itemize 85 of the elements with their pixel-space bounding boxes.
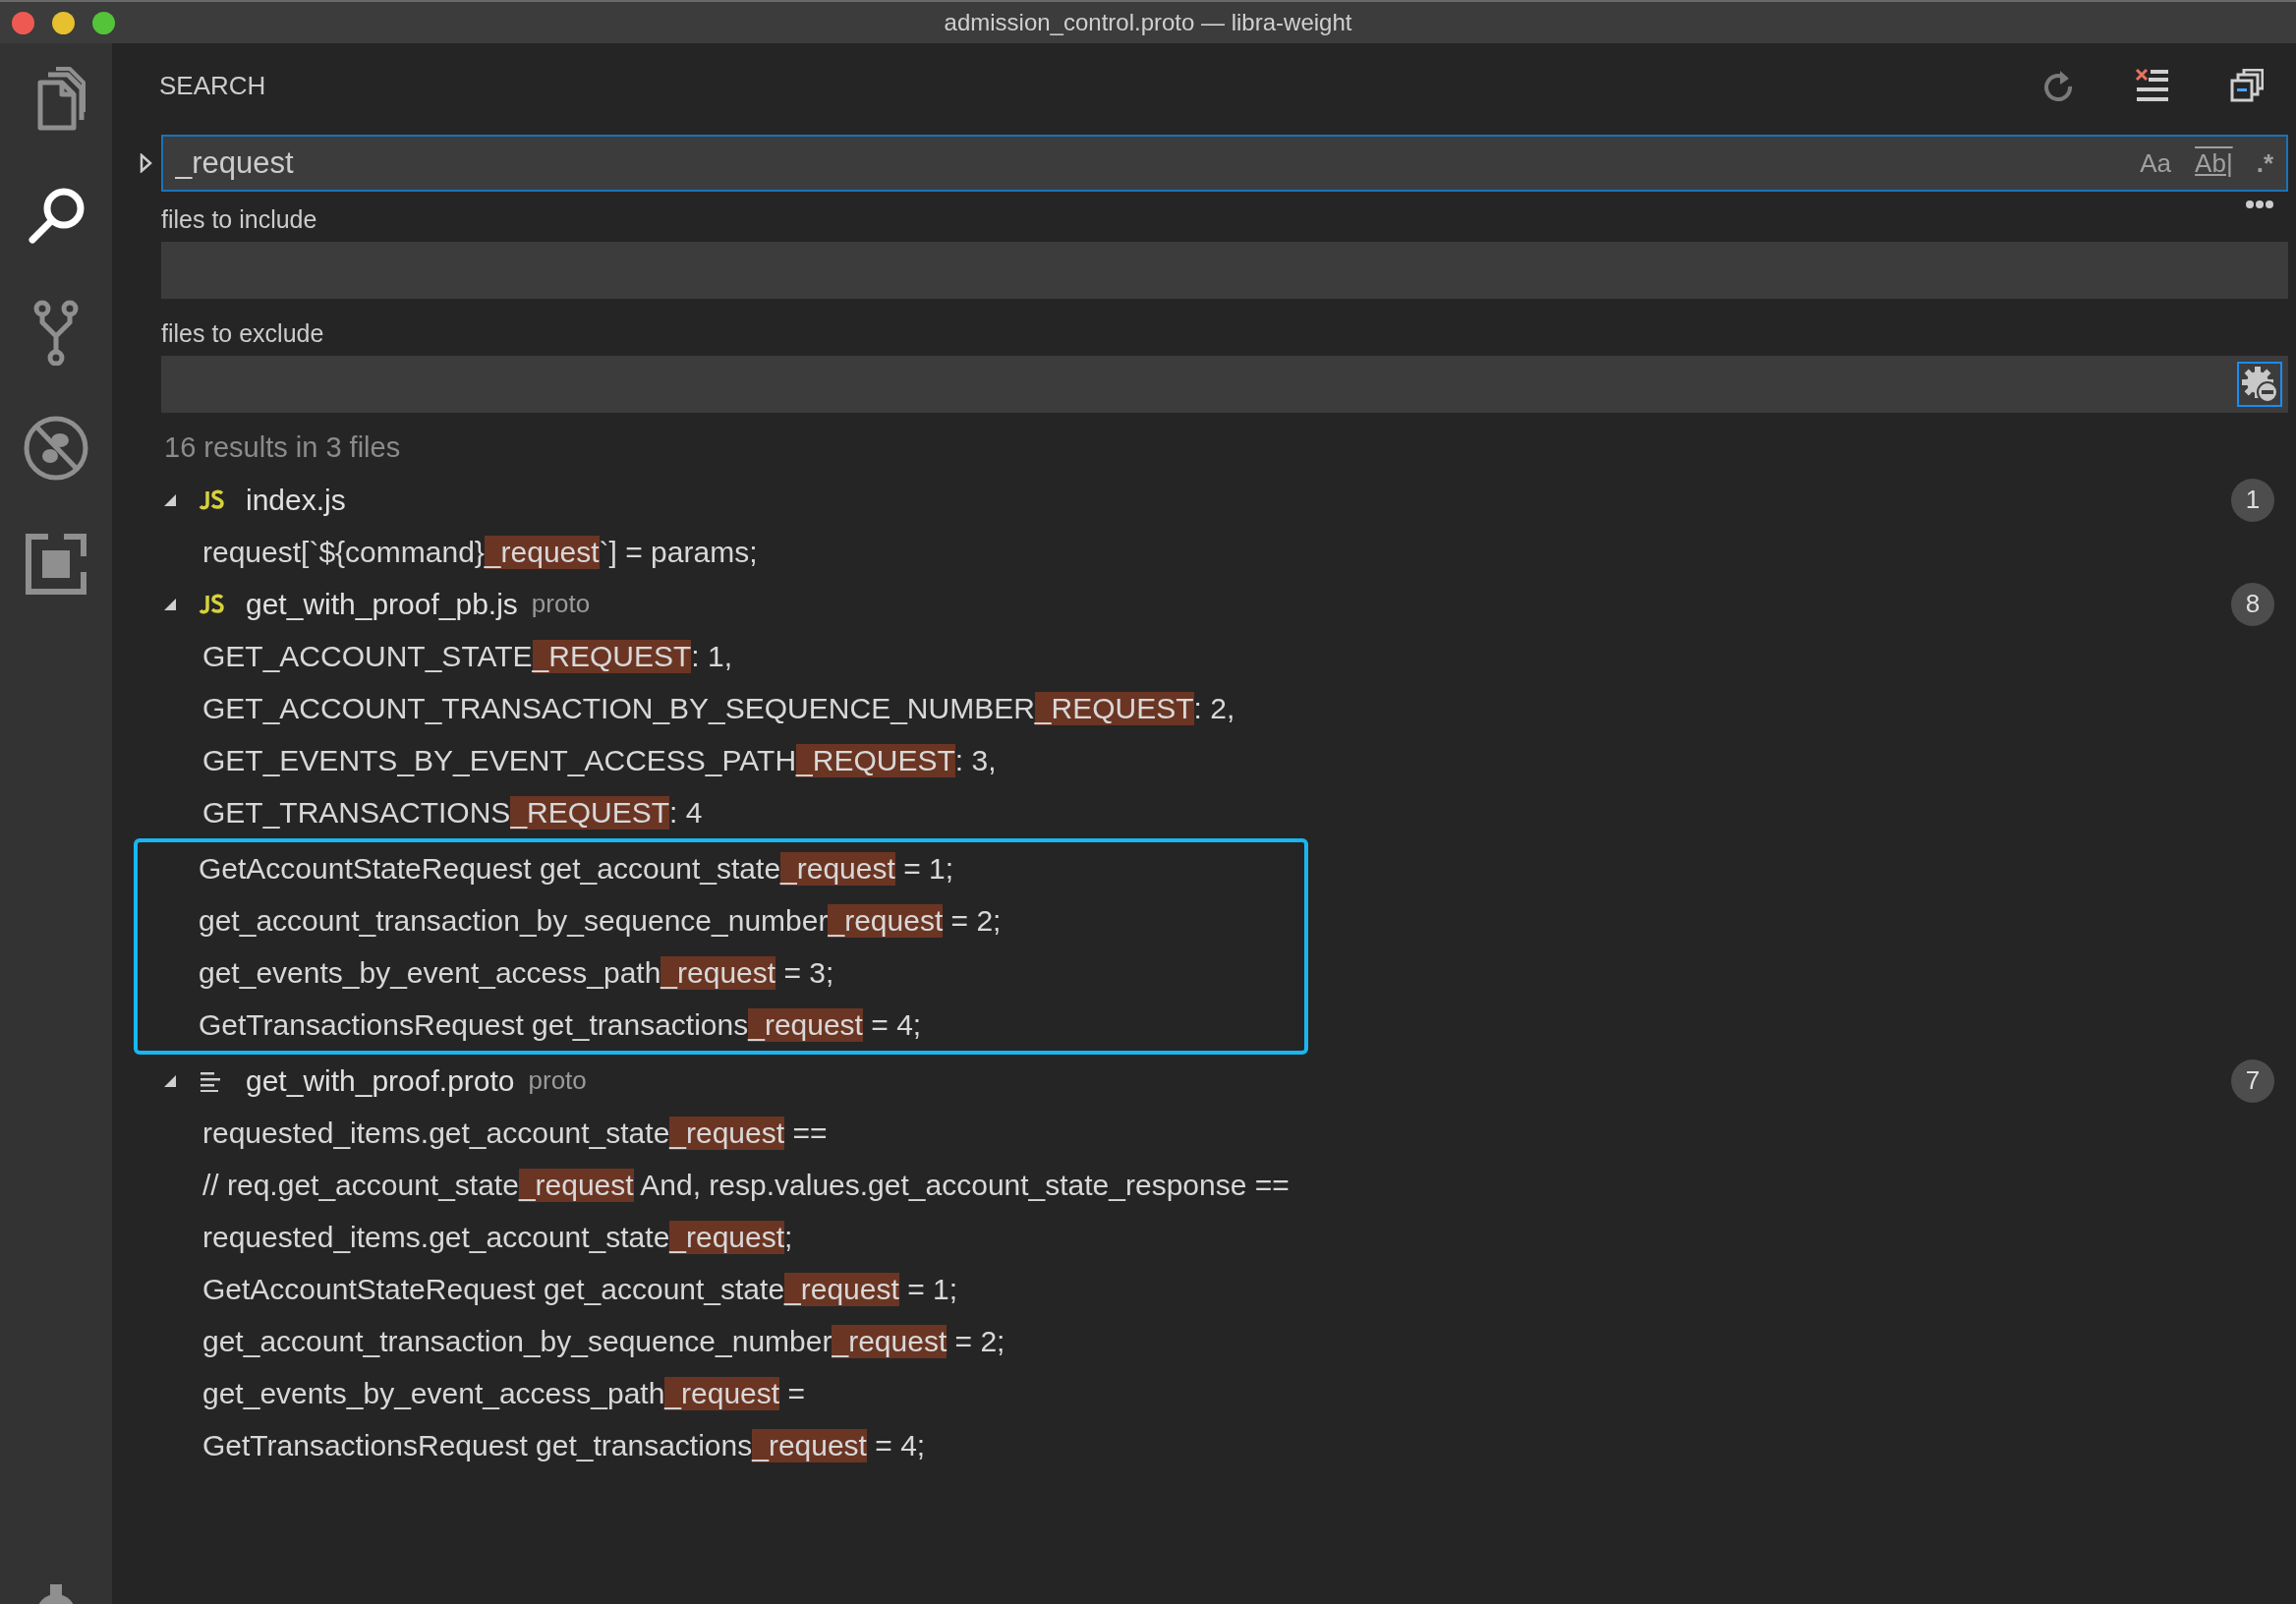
match-count: 8 — [2231, 582, 2274, 626]
result-text[interactable]: GET_ACCOUNT_STATE — [202, 639, 533, 673]
result-text[interactable]: : 1, — [691, 639, 733, 673]
expanded-triangle-icon — [163, 597, 177, 611]
panel-title: SEARCH — [159, 70, 267, 101]
result-text[interactable]: get_account_transaction_by_sequence_number — [202, 1324, 832, 1358]
match-case-toggle[interactable]: Aa — [2135, 143, 2177, 183]
result-text[interactable]: = 1; — [898, 1272, 958, 1306]
expanded-triangle-icon — [163, 1073, 177, 1088]
whole-word-toggle[interactable]: Ab| — [2190, 143, 2238, 183]
result-text[interactable]: = 4; — [862, 1007, 922, 1042]
match-count: 7 — [2231, 1059, 2274, 1103]
result-text[interactable]: get_events_by_event_access_path — [199, 955, 661, 990]
js-file-icon — [199, 593, 224, 615]
match-highlight: _request — [784, 1272, 899, 1306]
result-text[interactable]: : 2, — [1193, 691, 1235, 725]
result-text[interactable]: = 2; — [947, 1324, 1005, 1358]
exclude-settings-toggle[interactable] — [2237, 362, 2282, 407]
match-highlight: _request — [780, 851, 895, 886]
text-file-icon — [199, 1069, 222, 1092]
result-text[interactable]: : 4 — [669, 795, 703, 830]
minimize-button[interactable] — [52, 11, 75, 34]
match-highlight: _request — [518, 1168, 634, 1202]
result-text[interactable]: GET_EVENTS_BY_EVENT_ACCESS_PATH — [202, 743, 797, 777]
file-name[interactable]: get_with_proof.proto — [246, 1063, 515, 1098]
match-count: 1 — [2231, 478, 2274, 522]
result-text[interactable]: And, resp.values.get_account_state_response == — [633, 1168, 1290, 1202]
exclude-field[interactable] — [161, 356, 2288, 413]
result-text[interactable]: = 4; — [866, 1428, 926, 1462]
result-text[interactable]: : 3, — [954, 743, 997, 777]
match-highlight: _request — [484, 535, 600, 569]
file-name[interactable]: get_with_proof_pb.js — [246, 587, 518, 621]
result-text[interactable]: GET_TRANSACTIONS — [202, 795, 511, 830]
js-file-icon — [199, 488, 224, 511]
result-text[interactable]: request[`${command} — [202, 535, 485, 569]
match-highlight: _request — [752, 1428, 867, 1462]
exclude-label: files to exclude — [161, 319, 325, 348]
match-highlight: _request — [832, 1324, 947, 1358]
result-text[interactable]: GetTransactionsRequest get_transactions — [202, 1428, 753, 1462]
match-highlight: _REQUEST — [532, 639, 692, 673]
no-bug-icon[interactable] — [23, 415, 89, 482]
result-text[interactable]: // req.get_account_state — [202, 1168, 519, 1202]
match-highlight: _request — [828, 903, 944, 938]
chevron-right-icon — [139, 153, 154, 173]
result-text[interactable]: GetTransactionsRequest get_transactions — [199, 1007, 749, 1042]
zoom-button[interactable] — [92, 11, 115, 34]
result-text[interactable]: GetAccountStateRequest get_account_state — [202, 1272, 785, 1306]
results-summary: 16 results in 3 files — [163, 431, 402, 464]
result-text[interactable]: GetAccountStateRequest get_account_state — [199, 851, 781, 886]
match-highlight: _request — [664, 1376, 780, 1410]
window-title: admission_control.proto — libra-weight — [944, 9, 1352, 36]
result-text[interactable]: GET_ACCOUNT_TRANSACTION_BY_SEQUENCE_NUMBER — [202, 691, 1035, 725]
match-highlight: _request — [669, 1220, 785, 1254]
regex-toggle[interactable]: .* — [2251, 143, 2278, 183]
result-text[interactable]: = 1; — [894, 851, 954, 886]
more-icon — [2245, 200, 2274, 209]
file-name[interactable]: index.js — [246, 483, 346, 517]
collapse-all-icon — [2230, 69, 2264, 102]
search-field[interactable]: _request Aa Ab| .* — [161, 135, 2288, 192]
result-text[interactable]: = — [779, 1376, 805, 1410]
match-highlight: _request — [660, 955, 776, 990]
result-text[interactable]: get_account_transaction_by_sequence_number — [199, 903, 829, 938]
match-highlight: _request — [669, 1116, 785, 1150]
extensions-icon[interactable] — [23, 531, 89, 598]
result-text[interactable]: get_events_by_event_access_path — [202, 1376, 665, 1410]
folder-path: proto — [528, 1065, 588, 1096]
match-highlight: _request — [748, 1007, 863, 1042]
result-text[interactable]: ; — [784, 1220, 793, 1254]
result-text[interactable]: = 2; — [943, 903, 1002, 938]
result-text[interactable]: requested_items.get_account_state — [202, 1220, 670, 1254]
match-highlight: _REQUEST — [1034, 691, 1194, 725]
match-highlight: _REQUEST — [796, 743, 955, 777]
result-text[interactable]: `] = params; — [599, 535, 758, 569]
match-highlight: _REQUEST — [510, 795, 670, 830]
result-text[interactable]: requested_items.get_account_state — [202, 1116, 670, 1150]
expanded-triangle-icon — [163, 492, 177, 507]
clear-list-icon — [2135, 68, 2170, 103]
more-options-button[interactable] — [2245, 198, 2274, 209]
gear-minus-icon — [2241, 366, 2278, 403]
refresh-icon — [2042, 69, 2074, 102]
folder-path: proto — [531, 589, 592, 619]
result-text[interactable]: == — [784, 1116, 828, 1150]
close-button[interactable] — [12, 11, 34, 34]
result-text[interactable]: = 3; — [775, 955, 834, 990]
include-label: files to include — [161, 205, 318, 234]
